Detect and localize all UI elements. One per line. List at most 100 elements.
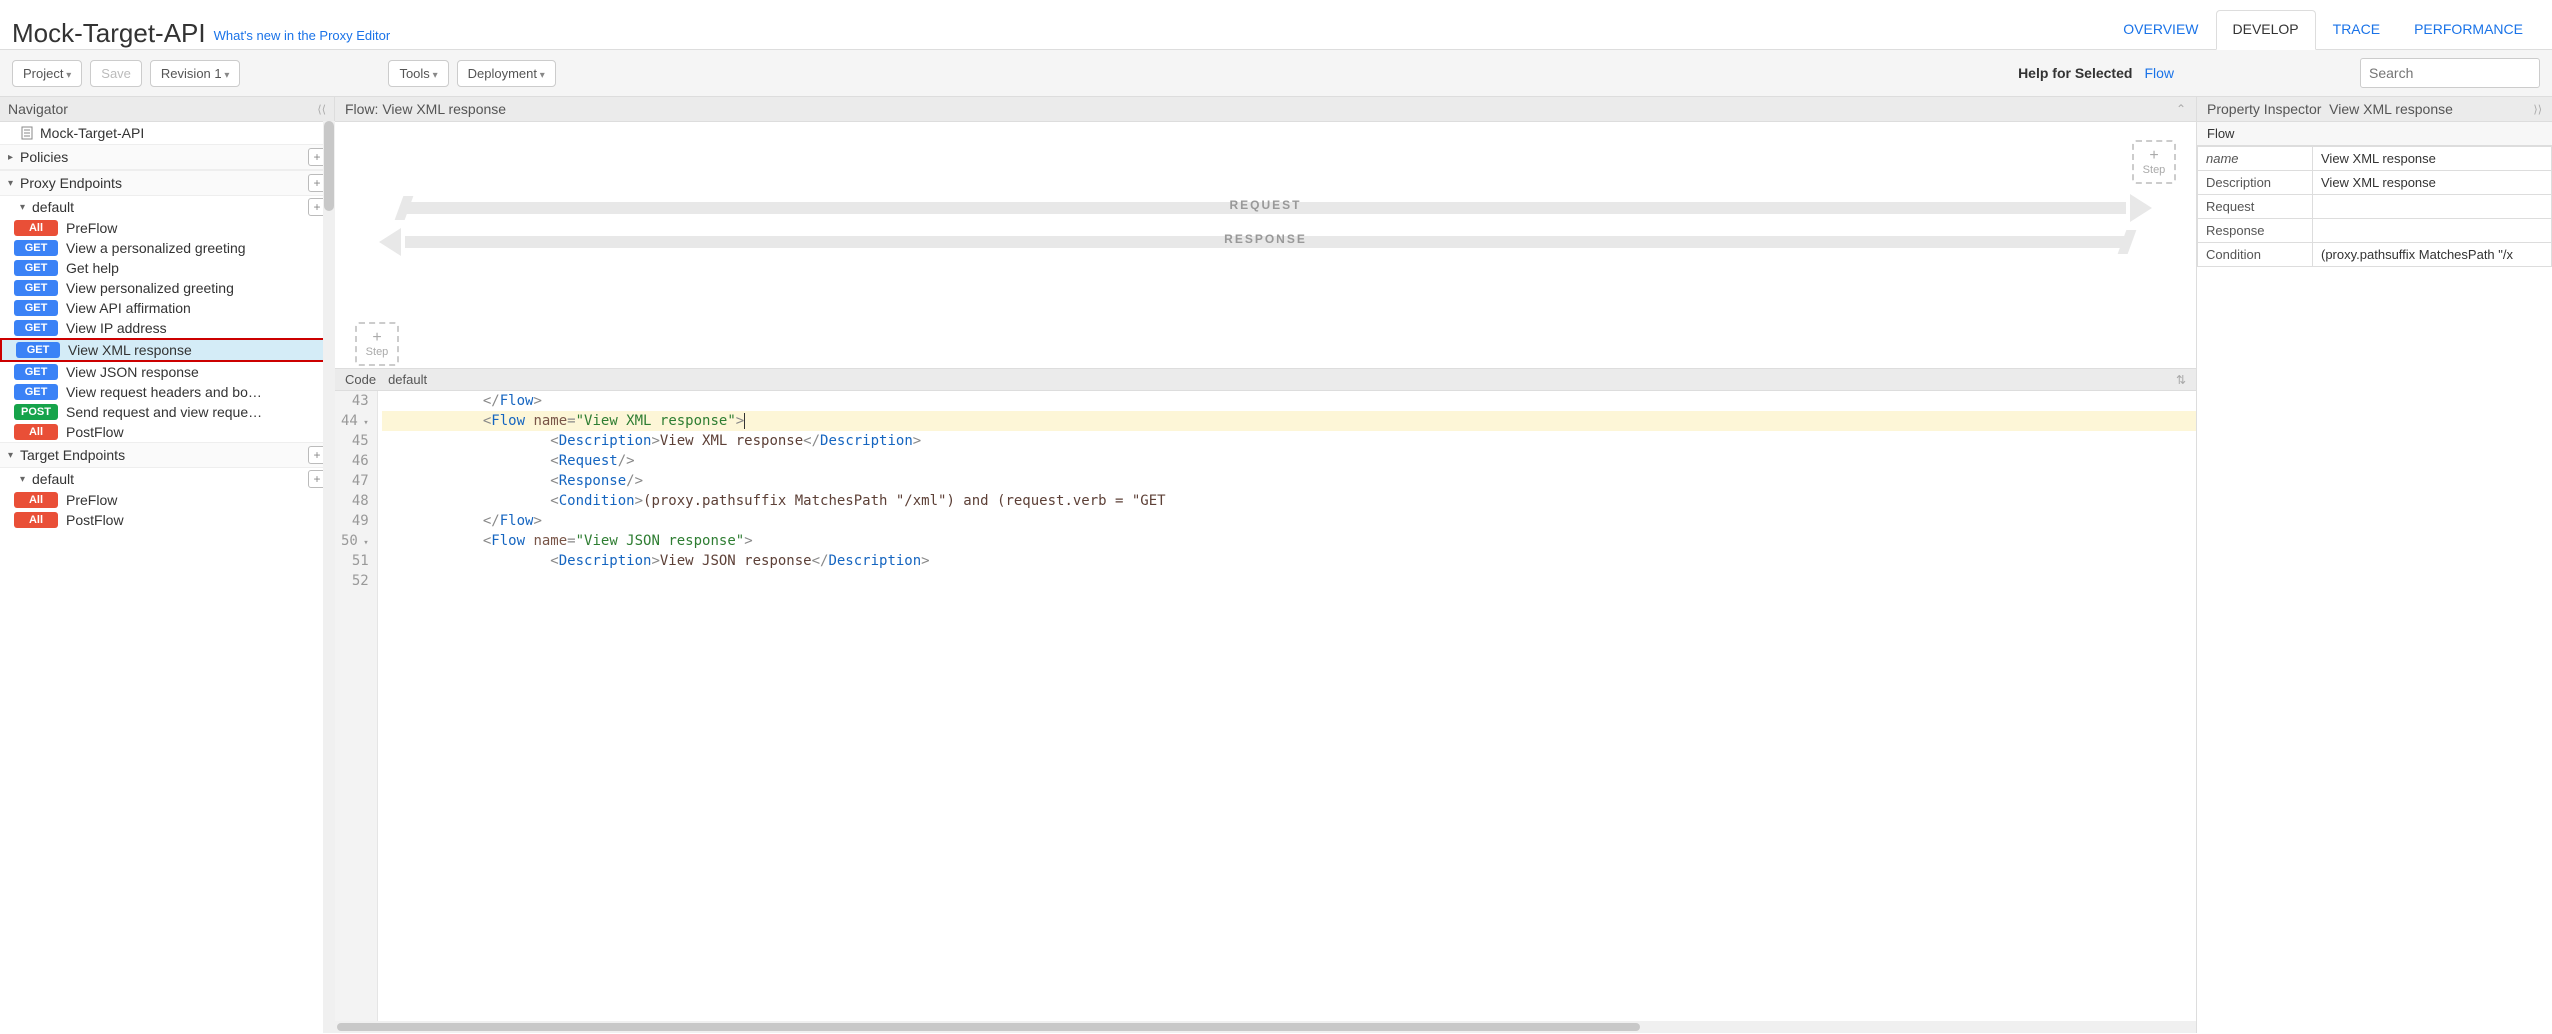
flow-item[interactable]: GETGet help: [0, 258, 334, 278]
flow-canvas: + Step REQUEST RESPONSE + Step: [335, 122, 2196, 368]
method-badge: GET: [14, 300, 58, 316]
flow-item[interactable]: All PostFlow: [0, 422, 334, 442]
inspector-section-title: Flow: [2197, 122, 2552, 146]
arrow-right-icon: [2130, 194, 2152, 222]
property-value[interactable]: View XML response: [2313, 171, 2552, 195]
property-value[interactable]: (proxy.pathsuffix MatchesPath "/x: [2313, 243, 2552, 267]
tab-performance[interactable]: PERFORMANCE: [2397, 10, 2540, 49]
expand-right-icon[interactable]: ⟩⟩: [2533, 103, 2542, 116]
method-badge: GET: [16, 342, 60, 358]
nav-scroll-thumb[interactable]: [324, 121, 334, 211]
property-inspector-panel: Property Inspector View XML response ⟩⟩ …: [2197, 97, 2552, 1033]
help-link[interactable]: Flow: [2144, 65, 2174, 81]
nav-sub-label: default: [32, 199, 74, 215]
code-h-thumb[interactable]: [337, 1023, 1640, 1031]
tab-develop[interactable]: DEVELOP: [2216, 10, 2316, 50]
property-table: nameView XML responseDescriptionView XML…: [2197, 146, 2552, 267]
navigator-title: Navigator: [8, 101, 68, 117]
flow-label: View request headers and bo…: [66, 384, 330, 400]
flow-label: PreFlow: [66, 220, 330, 236]
flow-label: View a personalized greeting: [66, 240, 330, 256]
flow-item[interactable]: All PreFlow: [0, 218, 334, 238]
save-button[interactable]: Save: [90, 60, 142, 87]
navigator-header: Navigator ⟨⟨: [0, 97, 334, 122]
add-step-response-button[interactable]: + Step: [355, 322, 399, 366]
nav-root[interactable]: Mock-Target-API: [0, 122, 334, 144]
revision-button[interactable]: Revision 1: [150, 60, 241, 87]
flow-item[interactable]: GETView a personalized greeting: [0, 238, 334, 258]
nav-section-target-endpoints[interactable]: ▾ Target Endpoints +: [0, 442, 334, 468]
collapse-code-icon[interactable]: ⇅: [2176, 373, 2186, 387]
tools-button[interactable]: Tools: [388, 60, 448, 87]
nav-sub-label: default: [32, 471, 74, 487]
property-key: name: [2198, 147, 2313, 171]
step-label: Step: [366, 346, 389, 358]
triangle-icon: ▾: [20, 474, 32, 485]
flow-item[interactable]: GET View IP address: [0, 318, 334, 338]
navigator-panel: Navigator ⟨⟨ Mock-Target-API ▸ Policies …: [0, 97, 335, 1033]
property-value[interactable]: [2313, 219, 2552, 243]
center-panel: Flow: View XML response ⌃ + Step REQUEST…: [335, 97, 2197, 1033]
property-row: Condition(proxy.pathsuffix MatchesPath "…: [2198, 243, 2552, 267]
nav-root-label: Mock-Target-API: [40, 125, 144, 141]
tab-trace[interactable]: TRACE: [2316, 10, 2397, 49]
tab-overview[interactable]: OVERVIEW: [2106, 10, 2215, 49]
method-badge: GET: [14, 320, 58, 336]
method-badge: GET: [14, 384, 58, 400]
flow-item[interactable]: GETView API affirmation: [0, 298, 334, 318]
nav-scrollbar[interactable]: [323, 121, 335, 1033]
method-badge: All: [14, 220, 58, 236]
property-key: Description: [2198, 171, 2313, 195]
flow-label: View personalized greeting: [66, 280, 330, 296]
flow-item[interactable]: GET View request headers and bo…: [0, 382, 334, 402]
plus-icon: +: [2149, 148, 2158, 164]
nav-target-default[interactable]: ▾ default +: [0, 468, 334, 490]
nav-section-proxy-endpoints[interactable]: ▾ Proxy Endpoints +: [0, 170, 334, 196]
code-editor[interactable]: 43444546474849505152 </Flow> <Flow name=…: [335, 391, 2196, 1021]
request-label: REQUEST: [1209, 198, 1321, 212]
triangle-icon: ▸: [8, 152, 20, 163]
inspector-subtitle: View XML response: [2329, 101, 2453, 117]
whats-new-link[interactable]: What's new in the Proxy Editor: [214, 28, 391, 49]
project-button[interactable]: Project: [12, 60, 82, 87]
request-flow-line: REQUEST: [355, 202, 2176, 214]
method-badge: GET: [14, 280, 58, 296]
code-h-scrollbar[interactable]: [335, 1021, 2196, 1033]
flow-item[interactable]: GETView JSON response: [0, 362, 334, 382]
main-tabs: OVERVIEWDEVELOPTRACEPERFORMANCE: [2106, 4, 2540, 49]
method-badge: All: [14, 492, 58, 508]
flow-label: PostFlow: [66, 424, 330, 440]
property-value[interactable]: [2313, 195, 2552, 219]
collapse-up-icon[interactable]: ⌃: [2176, 102, 2186, 116]
flow-item[interactable]: GET View personalized greeting: [0, 278, 334, 298]
collapse-left-icon[interactable]: ⟨⟨: [317, 103, 326, 116]
flow-label: View IP address: [66, 320, 330, 336]
property-value[interactable]: View XML response: [2313, 147, 2552, 171]
code-section: Code default ⇅ 43444546474849505152 </Fl…: [335, 368, 2196, 1033]
step-label: Step: [2143, 164, 2166, 176]
method-badge: GET: [14, 260, 58, 276]
property-row: nameView XML response: [2198, 147, 2552, 171]
code-header: Code default ⇅: [335, 369, 2196, 391]
code-filename: default: [388, 372, 427, 387]
flow-item[interactable]: AllPostFlow: [0, 510, 334, 530]
nav-section-policies[interactable]: ▸ Policies +: [0, 144, 334, 170]
document-icon: [20, 126, 34, 140]
method-badge: GET: [14, 364, 58, 380]
inspector-header: Property Inspector View XML response ⟩⟩: [2197, 97, 2552, 122]
add-step-request-button[interactable]: + Step: [2132, 140, 2176, 184]
search-input[interactable]: [2360, 58, 2540, 88]
property-key: Condition: [2198, 243, 2313, 267]
method-badge: All: [14, 424, 58, 440]
property-row: Response: [2198, 219, 2552, 243]
nav-section-label: Proxy Endpoints: [20, 175, 122, 191]
nav-proxy-default[interactable]: ▾ default +: [0, 196, 334, 218]
property-key: Request: [2198, 195, 2313, 219]
arrow-left-icon: [379, 228, 401, 256]
flow-item[interactable]: GETView XML response: [0, 338, 334, 362]
method-badge: All: [14, 512, 58, 528]
flow-item[interactable]: POSTSend request and view reque…: [0, 402, 334, 422]
deployment-button[interactable]: Deployment: [457, 60, 556, 87]
proxy-title: Mock-Target-API: [12, 18, 206, 49]
flow-item[interactable]: AllPreFlow: [0, 490, 334, 510]
